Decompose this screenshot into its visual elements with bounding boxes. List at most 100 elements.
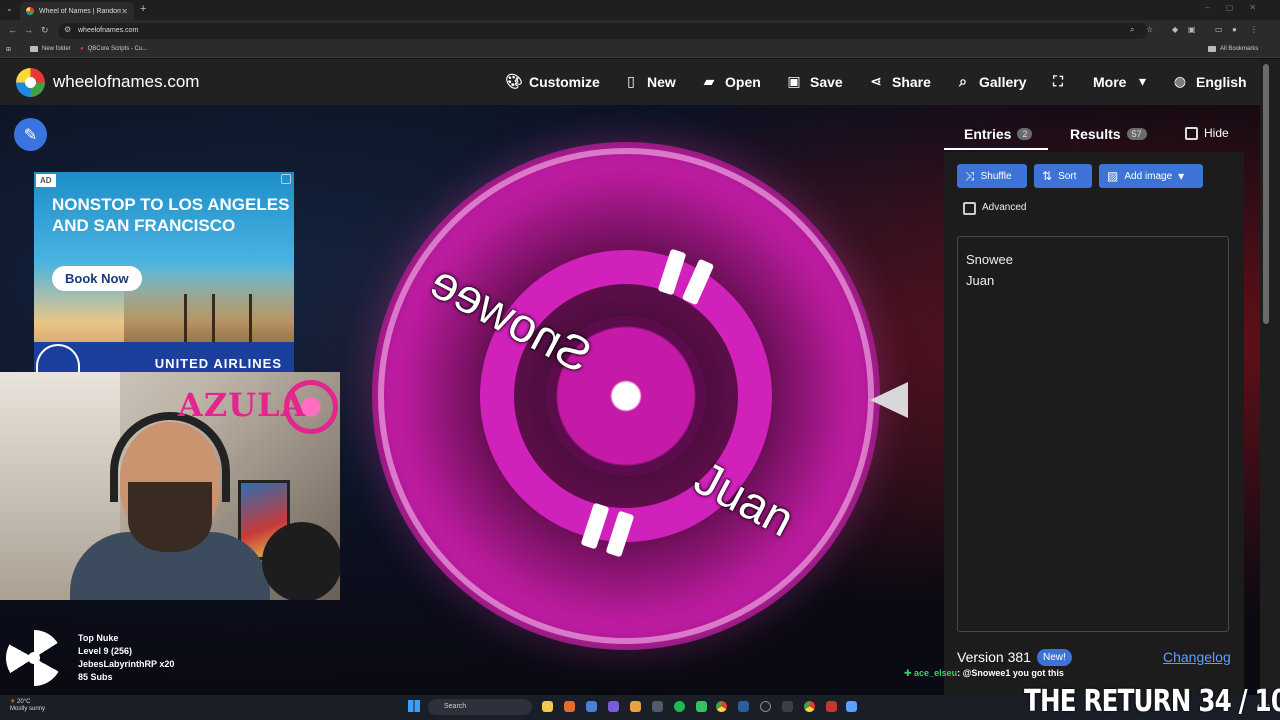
- chat-badge-icon: ✚: [904, 668, 915, 678]
- menu-gallery[interactable]: ⌕ Gallery: [955, 73, 1026, 90]
- azula-logo-icon: [284, 380, 338, 434]
- tab-results[interactable]: Results 57: [1070, 126, 1147, 142]
- hide-label[interactable]: Hide: [1204, 126, 1229, 140]
- app-icon[interactable]: [782, 701, 793, 712]
- advertisement[interactable]: AD NONSTOP TO LOS ANGELES AND SAN FRANCI…: [34, 172, 294, 372]
- tab-search-icon[interactable]: ⌄: [6, 4, 13, 13]
- menu-label: More: [1093, 73, 1127, 90]
- qbcore-icon: ●: [80, 46, 84, 52]
- new-tab-icon[interactable]: +: [140, 3, 146, 15]
- shuffle-button[interactable]: ⤨ Shuffle: [957, 164, 1027, 188]
- chrome-icon[interactable]: [804, 701, 815, 712]
- wheel-logo-icon[interactable]: [16, 68, 45, 97]
- weather-widget[interactable]: ☀ 20°C Mostly sunny: [10, 699, 45, 713]
- advanced-label[interactable]: Advanced: [982, 202, 1026, 213]
- radiation-icon: [6, 630, 62, 686]
- browser-tab[interactable]: Wheel of Names | Random nam ✕: [20, 2, 134, 20]
- url-input[interactable]: wheelofnames.com: [58, 23, 1148, 39]
- app-icon[interactable]: [652, 701, 663, 712]
- add-image-button[interactable]: ▨ Add image ▾: [1099, 164, 1203, 188]
- zoom-icon[interactable]: ⌕: [1130, 25, 1134, 35]
- menu-customize[interactable]: 🎨︎ Customize: [505, 73, 600, 90]
- folder-icon: [30, 46, 38, 52]
- edit-pencil-button[interactable]: ✎: [14, 118, 47, 151]
- menu-language[interactable]: ◍ English: [1172, 73, 1247, 90]
- bookmark-star-icon[interactable]: ☆: [1146, 25, 1153, 34]
- menu-fullscreen[interactable]: ⛶: [1050, 73, 1066, 90]
- bookmark-label: New folder: [42, 46, 71, 52]
- reload-icon[interactable]: ↻: [41, 25, 49, 36]
- steam-icon[interactable]: [738, 701, 749, 712]
- sidebar-icon[interactable]: ▭: [1215, 25, 1223, 34]
- back-icon[interactable]: ←: [8, 25, 17, 35]
- menu-label: English: [1196, 73, 1247, 90]
- chrome-icon[interactable]: [716, 701, 727, 712]
- obs-icon[interactable]: [760, 701, 771, 712]
- spotify-icon[interactable]: [674, 701, 685, 712]
- menu-label: New: [647, 73, 676, 90]
- entry-line: Juan: [966, 273, 995, 288]
- palette-icon: 🎨︎: [505, 73, 523, 89]
- close-tab-icon[interactable]: ✕: [121, 7, 128, 16]
- entries-textarea[interactable]: Snowee Juan: [957, 236, 1229, 632]
- bookmark-qbcore[interactable]: ● QBCore Scripts - Cu...: [80, 46, 147, 52]
- ad-footer: UNITED AIRLINES: [34, 342, 294, 372]
- return-counter: THE RETURN 34 / 100: [1024, 684, 1280, 719]
- shuffle-icon: ⤨: [965, 168, 975, 183]
- top-nuke-subs: 85 Subs: [78, 672, 113, 682]
- site-title[interactable]: wheelofnames.com: [53, 72, 199, 92]
- top-nuke-title: Top Nuke: [78, 633, 119, 643]
- app-icon[interactable]: [696, 701, 707, 712]
- top-nuke-level: Level 9 (256): [78, 646, 133, 656]
- windows-start-icon[interactable]: [408, 700, 420, 712]
- app-icon[interactable]: [608, 701, 619, 712]
- panel-tabs: Entries 2 Results 57: [944, 118, 1244, 150]
- top-nuke-info: Top Nuke Level 9 (256) JebesLabyrinthRP …: [78, 632, 174, 684]
- extension-icon[interactable]: ◆: [1172, 25, 1178, 34]
- app-icon[interactable]: [846, 701, 857, 712]
- entries-count-badge: 2: [1017, 128, 1033, 140]
- app-icon[interactable]: [586, 701, 597, 712]
- menu-share[interactable]: ⋖ Share: [868, 73, 931, 90]
- bookmark-new-folder[interactable]: New folder: [30, 46, 71, 52]
- tab-label: Results: [1070, 126, 1121, 142]
- image-icon: ▨: [1107, 169, 1119, 183]
- browser-menu-icon[interactable]: ⋮: [1250, 25, 1258, 34]
- sort-button[interactable]: ⇅ Sort: [1034, 164, 1092, 188]
- apps-icon[interactable]: ⊞: [6, 46, 11, 53]
- scrollbar-thumb[interactable]: [1263, 64, 1269, 324]
- app-icon[interactable]: [630, 701, 641, 712]
- window-controls[interactable]: –▢✕: [1205, 3, 1272, 12]
- file-explorer-icon[interactable]: [542, 701, 553, 712]
- wheel[interactable]: Snowee Juan: [372, 142, 880, 650]
- site-info-icon[interactable]: ⚙: [64, 25, 71, 34]
- ad-book-now-button[interactable]: Book Now: [52, 266, 142, 291]
- taskbar-search[interactable]: Search: [428, 699, 532, 715]
- menu-more[interactable]: More ▾: [1093, 73, 1150, 90]
- advanced-checkbox[interactable]: [963, 202, 976, 215]
- tab-entries[interactable]: Entries 2: [964, 126, 1033, 142]
- chat-message: ✚ ace_elseu: @Snowee1 you got this: [904, 668, 1064, 679]
- profile-avatar-icon[interactable]: ●: [1232, 25, 1237, 34]
- hide-checkbox[interactable]: [1185, 127, 1198, 140]
- results-count-badge: 57: [1126, 128, 1147, 140]
- ad-headline: NONSTOP TO LOS ANGELES AND SAN FRANCISCO: [52, 195, 290, 235]
- extensions-puzzle-icon[interactable]: ▣: [1188, 25, 1196, 34]
- menu-new[interactable]: ▯ New: [623, 73, 676, 90]
- menu-label: Save: [810, 73, 843, 90]
- forward-icon[interactable]: →: [24, 25, 33, 35]
- address-bar-row: ← → ↻ wheelofnames.com: [0, 20, 1280, 42]
- entry-line: Snowee: [966, 252, 1013, 267]
- menu-open[interactable]: ▰ Open: [701, 73, 761, 90]
- app-icon[interactable]: [826, 701, 837, 712]
- weather-desc: Mostly sunny: [10, 706, 46, 712]
- ad-info-icon[interactable]: [281, 174, 291, 184]
- headset-icon: [110, 412, 230, 502]
- folder-icon: [1208, 46, 1216, 52]
- changelog-link[interactable]: Changelog: [1163, 649, 1231, 665]
- menu-label: Open: [725, 73, 761, 90]
- menu-save[interactable]: ▣ Save: [786, 73, 843, 90]
- app-icon[interactable]: [564, 701, 575, 712]
- button-label: Add image: [1124, 170, 1173, 182]
- all-bookmarks[interactable]: All Bookmarks: [1208, 46, 1258, 52]
